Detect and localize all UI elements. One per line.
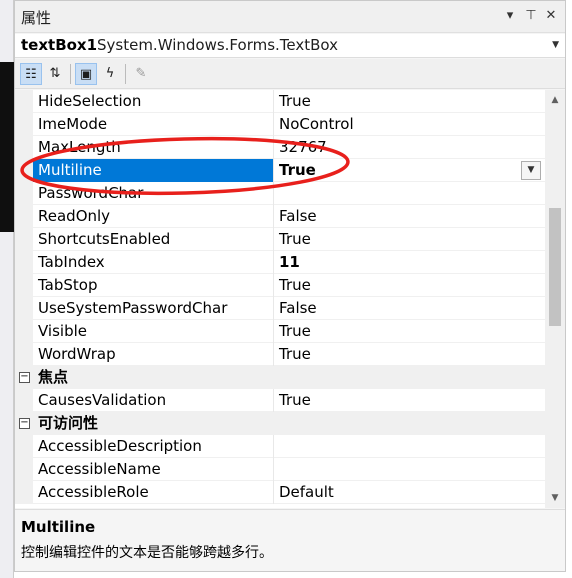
category-focus[interactable]: − 焦点 (15, 366, 545, 389)
property-row-maxlength[interactable]: MaxLength 32767 (15, 136, 545, 159)
property-name: UseSystemPasswordChar (38, 299, 228, 317)
selected-object-type: System.Windows.Forms.TextBox (97, 36, 339, 54)
property-name: MaxLength (38, 138, 121, 156)
toolbar: ☷ ⇅ ▣ ϟ ✎ (15, 59, 565, 89)
property-row-usesystempasswordchar[interactable]: UseSystemPasswordChar False (15, 297, 545, 320)
property-name: HideSelection (38, 92, 142, 110)
row-gutter (15, 228, 33, 251)
selected-object-name: textBox1 (21, 36, 98, 54)
property-row-multiline[interactable]: Multiline True ▼ (15, 159, 545, 182)
vertical-scrollbar[interactable]: ▲ ▼ (545, 90, 565, 508)
row-gutter (15, 90, 33, 113)
background-form-designer (0, 62, 14, 232)
row-gutter (15, 343, 33, 366)
categorized-icon[interactable]: ☷ (20, 63, 42, 85)
row-gutter (15, 297, 33, 320)
property-value[interactable]: True (273, 274, 545, 297)
property-name: CausesValidation (38, 391, 167, 409)
scroll-down-icon[interactable]: ▼ (549, 492, 561, 504)
row-gutter (15, 182, 33, 205)
property-value[interactable]: True (273, 343, 545, 366)
toolbar-separator (70, 64, 71, 84)
description-title: Multiline (21, 518, 96, 536)
row-gutter (15, 205, 33, 228)
property-name: PasswordChar (38, 184, 144, 202)
collapse-icon[interactable]: − (19, 418, 30, 429)
property-value[interactable] (273, 458, 545, 481)
property-value[interactable]: True (273, 228, 545, 251)
property-value[interactable] (273, 435, 545, 458)
category-accessibility[interactable]: − 可访问性 (15, 412, 545, 435)
chevron-down-icon[interactable]: ▼ (521, 161, 541, 180)
property-value[interactable]: False (273, 205, 545, 228)
row-gutter (15, 458, 33, 481)
properties-window: 属性 ▾ ⊤ ✕ textBox1 System.Windows.Forms.T… (14, 0, 566, 572)
property-name: Visible (38, 322, 87, 340)
row-gutter (15, 274, 33, 297)
chevron-down-icon[interactable]: ▼ (552, 40, 559, 50)
pin-icon[interactable]: ⊤ (522, 7, 540, 25)
property-name: WordWrap (38, 345, 116, 363)
property-name: TabStop (38, 276, 98, 294)
collapse-icon[interactable]: − (19, 372, 30, 383)
dropdown-arrow-icon[interactable]: ▾ (501, 7, 519, 25)
property-row-accessiblerole[interactable]: AccessibleRole Default (15, 481, 545, 504)
property-pages-icon[interactable]: ✎ (130, 63, 152, 85)
property-row-causesvalidation[interactable]: CausesValidation True (15, 389, 545, 412)
property-row-hideselection[interactable]: HideSelection True (15, 90, 545, 113)
background-right-edge (566, 0, 572, 578)
property-name: ReadOnly (38, 207, 111, 225)
row-gutter (15, 481, 33, 504)
row-gutter (15, 251, 33, 274)
row-gutter (15, 113, 33, 136)
scrollbar-thumb[interactable] (549, 208, 561, 326)
property-value[interactable]: NoControl (273, 113, 545, 136)
title-bar: 属性 ▾ ⊤ ✕ (15, 1, 565, 33)
scroll-up-icon[interactable]: ▲ (549, 94, 561, 106)
property-name: AccessibleRole (38, 483, 149, 501)
property-value[interactable]: True (273, 320, 545, 343)
property-name: Multiline (33, 159, 273, 182)
properties-icon[interactable]: ▣ (75, 63, 97, 85)
property-name: AccessibleDescription (38, 437, 202, 455)
property-value[interactable]: True (273, 159, 545, 182)
property-row-passwordchar[interactable]: PasswordChar (15, 182, 545, 205)
row-gutter (15, 389, 33, 412)
property-row-tabstop[interactable]: TabStop True (15, 274, 545, 297)
property-row-shortcutsenabled[interactable]: ShortcutsEnabled True (15, 228, 545, 251)
property-row-readonly[interactable]: ReadOnly False (15, 205, 545, 228)
alphabetical-icon[interactable]: ⇅ (44, 63, 66, 85)
events-icon[interactable]: ϟ (99, 63, 121, 85)
row-gutter (15, 435, 33, 458)
property-value[interactable]: True (273, 389, 545, 412)
property-row-accessiblename[interactable]: AccessibleName (15, 458, 545, 481)
row-gutter (15, 136, 33, 159)
property-name: ShortcutsEnabled (38, 230, 171, 248)
category-label: 可访问性 (38, 414, 99, 432)
object-selector[interactable]: textBox1 System.Windows.Forms.TextBox ▼ (15, 34, 565, 58)
property-name: AccessibleName (38, 460, 161, 478)
property-row-tabindex[interactable]: TabIndex 11 (15, 251, 545, 274)
property-value[interactable]: Default (273, 481, 545, 504)
property-row-accessibledescription[interactable]: AccessibleDescription (15, 435, 545, 458)
close-icon[interactable]: ✕ (542, 7, 560, 25)
category-label: 焦点 (38, 368, 69, 386)
row-gutter (15, 320, 33, 343)
toolbar-separator (125, 64, 126, 84)
row-gutter (15, 159, 33, 182)
property-name: ImeMode (38, 115, 108, 133)
property-name: TabIndex (38, 253, 105, 271)
property-row-visible[interactable]: Visible True (15, 320, 545, 343)
description-text: 控制编辑控件的文本是否能够跨越多行。 (21, 545, 273, 561)
property-value[interactable]: 32767 (273, 136, 545, 159)
property-value[interactable]: 11 (273, 251, 545, 274)
window-title: 属性 (21, 9, 52, 27)
property-row-imemode[interactable]: ImeMode NoControl (15, 113, 545, 136)
property-row-wordwrap[interactable]: WordWrap True (15, 343, 545, 366)
description-pane: Multiline 控制编辑控件的文本是否能够跨越多行。 (15, 509, 565, 571)
property-value[interactable] (273, 182, 545, 205)
property-value[interactable]: True (273, 90, 545, 113)
property-grid: HideSelection True ImeMode NoControl Max… (15, 90, 545, 508)
property-value[interactable]: False (273, 297, 545, 320)
